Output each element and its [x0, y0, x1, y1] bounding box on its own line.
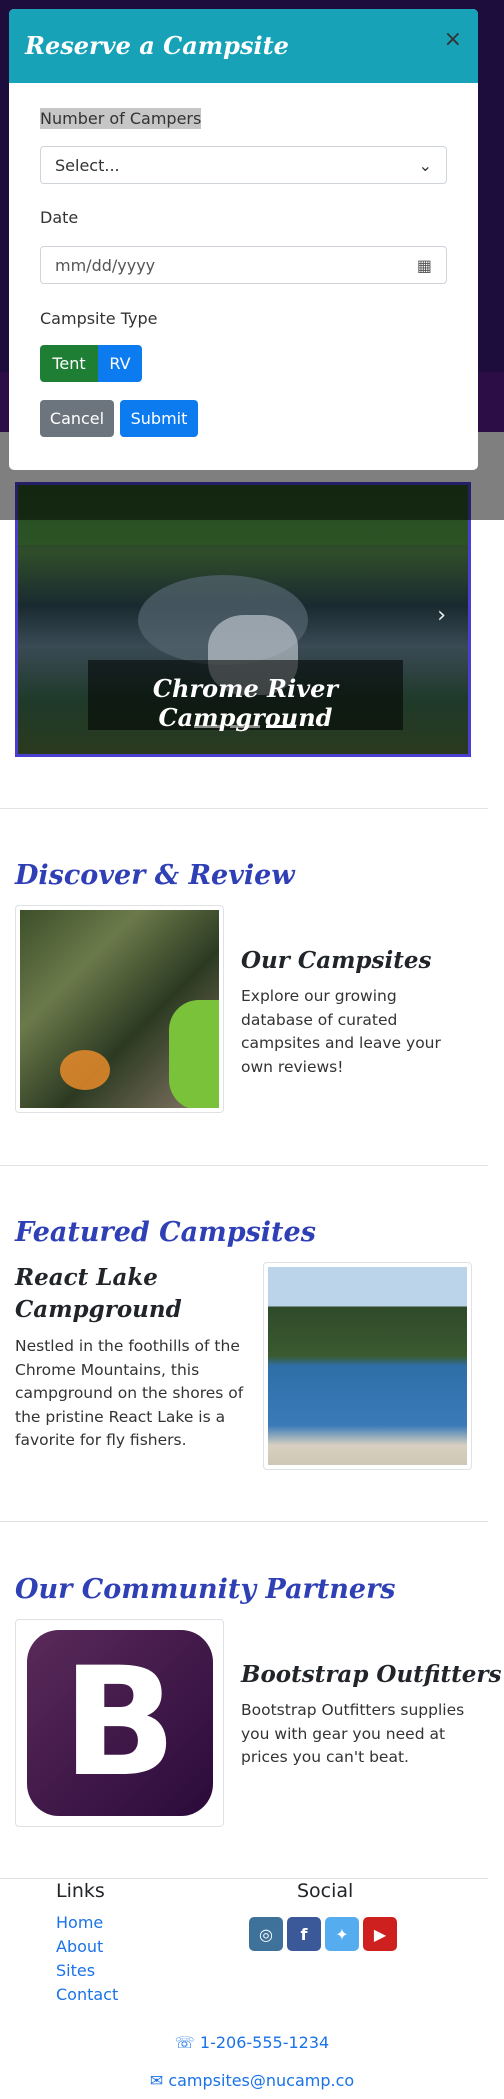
rv-option-button[interactable]: RV — [98, 345, 142, 382]
campers-label: Number of Campers — [40, 108, 202, 129]
campfire-image — [20, 910, 219, 1108]
campers-select[interactable]: Select... ⌄ — [40, 146, 447, 184]
youtube-icon[interactable]: ▶ — [363, 1917, 397, 1951]
submit-button[interactable]: Submit — [120, 400, 198, 437]
carousel-indicator-active[interactable] — [266, 725, 296, 728]
footer-email-link[interactable]: ✉ campsites@nucamp.co — [0, 2071, 504, 2090]
envelope-icon: ✉ — [149, 2071, 169, 2090]
partner-thumbnail: B — [15, 1619, 224, 1827]
phone-icon: ☏ — [174, 2033, 200, 2052]
footer-link-home[interactable]: Home — [56, 1913, 103, 1932]
featured-title: Featured Campsites — [15, 1217, 316, 1248]
carousel-next-icon[interactable]: › — [437, 603, 446, 628]
section-divider — [0, 1165, 488, 1166]
lake-thumbnail — [263, 1262, 472, 1470]
discover-title: Discover & Review — [15, 860, 295, 891]
date-input[interactable]: mm/dd/yyyy ▦ — [40, 246, 447, 284]
section-divider — [0, 808, 488, 809]
campers-select-value: Select... — [55, 155, 120, 175]
instagram-icon[interactable]: ◎ — [249, 1917, 283, 1951]
facebook-icon[interactable]: f — [287, 1917, 321, 1951]
featured-card-title: React Lake Campground — [15, 1264, 182, 1323]
footer-phone[interactable]: 1-206-555-1234 — [200, 2033, 329, 2052]
footer-links-heading: Links — [56, 1880, 105, 1902]
section-divider — [0, 1878, 488, 1879]
campsite-type-label: Campsite Type — [40, 309, 158, 328]
close-icon[interactable]: × — [444, 27, 462, 52]
carousel-indicators — [194, 725, 296, 728]
carousel-indicator[interactable] — [230, 725, 260, 728]
footer-link-about[interactable]: About — [56, 1937, 103, 1956]
footer-link-contact[interactable]: Contact — [56, 1985, 118, 2004]
campsites-card-title: Our Campsites — [241, 947, 432, 974]
section-divider — [0, 1521, 488, 1522]
partner-logo-frame: B — [20, 1624, 219, 1822]
chevron-down-icon: ⌄ — [418, 155, 432, 175]
carousel-caption-box: Chrome River Campground — [88, 660, 403, 732]
campsites-card-text: Explore our growing database of curated … — [241, 987, 441, 1076]
partners-title: Our Community Partners — [15, 1574, 396, 1605]
featured-card-text: Nestled in the foothills of the Chrome M… — [15, 1337, 244, 1449]
lake-image — [268, 1267, 467, 1465]
partner-card-text: Bootstrap Outfitters supplies you with g… — [241, 1701, 465, 1766]
tent-shape — [169, 1000, 219, 1108]
campfire-shape — [60, 1050, 110, 1090]
footer-link-sites[interactable]: Sites — [56, 1961, 95, 1980]
carousel-indicator[interactable] — [194, 725, 224, 728]
partner-card-title: Bootstrap Outfitters — [241, 1661, 502, 1688]
bootstrap-logo: B — [26, 1630, 213, 1816]
footer-phone-link[interactable]: ☏ 1-206-555-1234 — [0, 2033, 504, 2052]
cancel-button[interactable]: Cancel — [40, 400, 114, 437]
reserve-campsite-modal: Reserve a Campsite × Number of Campers S… — [9, 9, 478, 470]
campsite-thumbnail — [15, 905, 224, 1113]
modal-title: Reserve a Campsite — [25, 31, 289, 60]
date-label: Date — [40, 208, 79, 227]
date-placeholder: mm/dd/yyyy — [55, 255, 156, 275]
campsite-carousel[interactable]: › Chrome River Campground — [15, 482, 471, 757]
calendar-icon[interactable]: ▦ — [417, 256, 432, 275]
tent-option-button[interactable]: Tent — [40, 345, 98, 382]
carousel-caption: Chrome River Campground — [152, 674, 339, 732]
twitter-icon[interactable]: ✦ — [325, 1917, 359, 1951]
footer-email[interactable]: campsites@nucamp.co — [168, 2071, 354, 2090]
footer-social-heading: Social — [297, 1880, 354, 1902]
modal-header: Reserve a Campsite × — [9, 9, 478, 83]
